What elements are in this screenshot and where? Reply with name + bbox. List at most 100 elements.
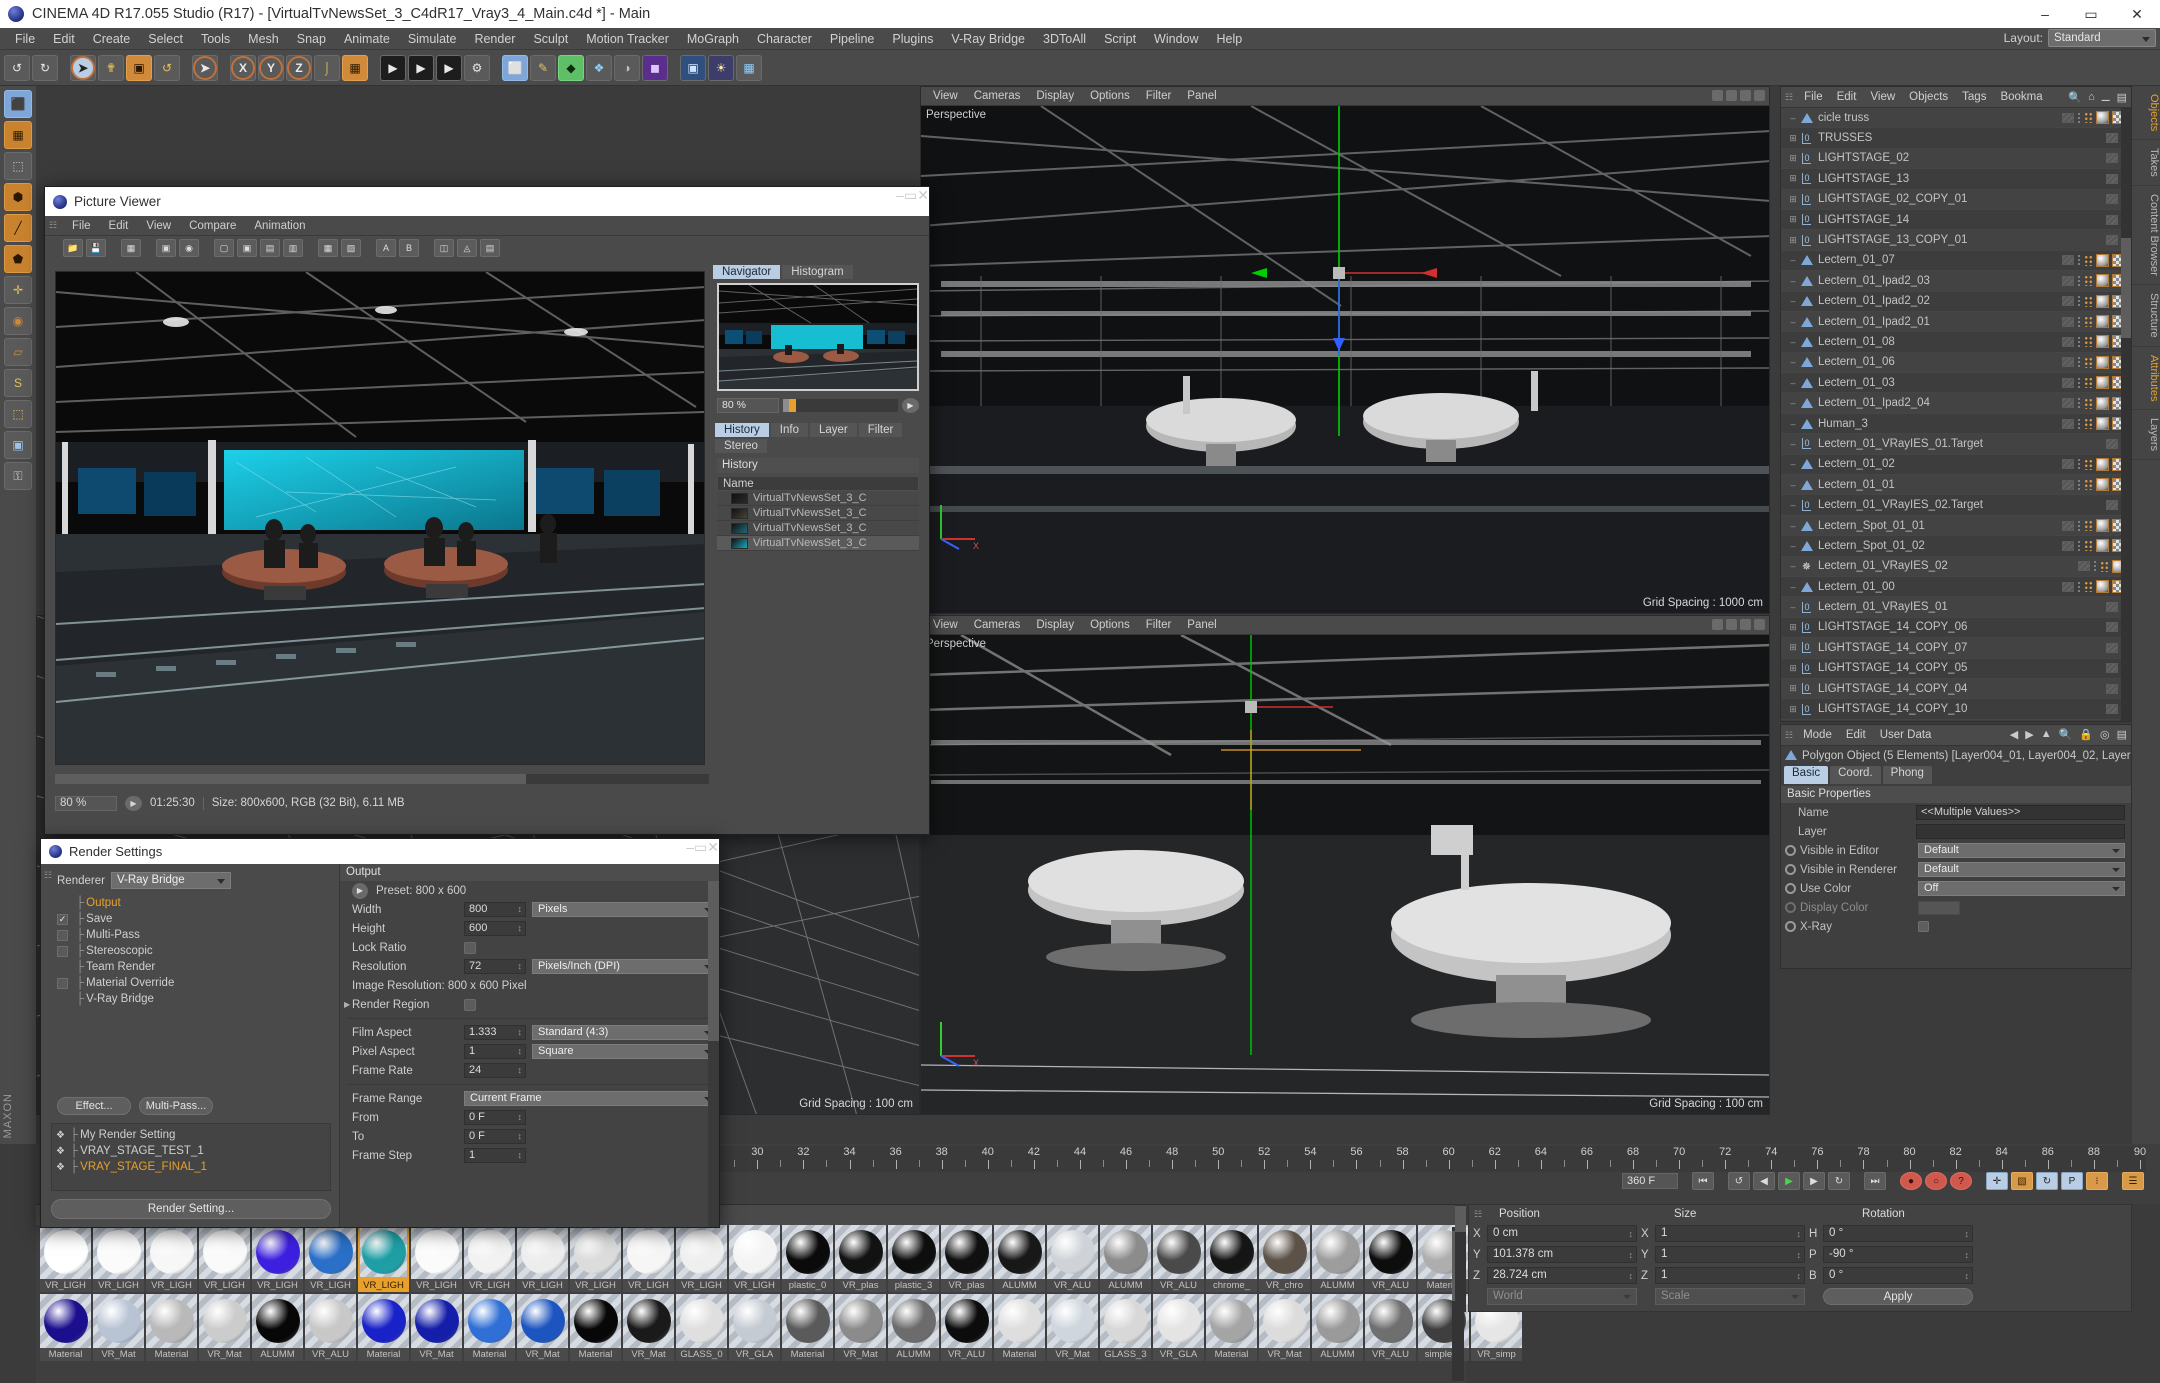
pv-open-icon[interactable]: 📁 [63,239,83,257]
attr-radio-xray[interactable] [1785,921,1796,932]
cube-primitive-icon[interactable]: ⬜ [502,54,528,81]
viewport-menu-cameras[interactable]: Cameras [966,90,1029,102]
material-swatch[interactable]: VR_LIGH [464,1225,515,1292]
info-tab-strip[interactable]: History Info Layer Filter Stereo [715,423,919,453]
menu-item-tools[interactable]: Tools [192,28,239,50]
material-swatch[interactable]: VR_plas [941,1225,992,1292]
render-settings-window-controls[interactable]: – ▭ ✕ [686,839,719,856]
axis-x-icon[interactable]: X [230,54,256,81]
render-settings-tree[interactable]: ├ Output ✓ ├ Save ├ Multi-Pass ├ Stereoscopic ├ Te… [57,895,333,1007]
menu-item-snap[interactable]: Snap [288,28,335,50]
pixel-aspect-dropdown[interactable]: Square [532,1044,718,1059]
live-selection-icon[interactable]: ➤ [70,54,96,81]
tab-histogram[interactable]: Histogram [782,265,853,279]
object-axis-icon[interactable]: ▦ [342,54,368,81]
object-row[interactable]: ⊞ 0 LIGHTSTAGE_02 [1781,148,2131,170]
parameter-key-icon[interactable]: P [2061,1172,2083,1190]
render-setting-tree-item[interactable]: ├ Team Render [57,959,333,975]
material-preview[interactable] [464,1294,515,1348]
visibility-toggle-icon[interactable] [2062,398,2074,409]
visibility-toggle-icon[interactable] [2062,520,2074,531]
layout-dropdown[interactable]: Standard [2048,29,2156,47]
material-tag-icon[interactable] [2096,274,2109,288]
minimize-button[interactable]: – [2022,0,2068,28]
effect-button[interactable]: Effect... [57,1097,131,1115]
output-pixel-aspect-row[interactable]: Pixel Aspect 1 Square [340,1042,719,1061]
material-preview[interactable] [623,1294,674,1348]
object-row[interactable]: – Lectern_01_07 [1781,250,2131,272]
point-mode-icon[interactable]: ⬢ [4,183,32,211]
material-swatch[interactable]: Material [358,1294,409,1361]
object-row[interactable]: – Lectern_01_06 [1781,352,2131,374]
output-frame-rate-row[interactable]: Frame Rate 24 [340,1061,719,1080]
coord-apply-button[interactable]: Apply [1823,1288,1973,1305]
texture-tag-icon[interactable] [2084,377,2093,389]
material-tag-icon[interactable] [2096,315,2109,329]
rs-grip-icon[interactable]: ☷ [44,870,52,881]
viewport-br-menu-cameras[interactable]: Cameras [966,619,1029,631]
pv-close-button[interactable]: ✕ [917,187,929,204]
material-preview[interactable] [888,1294,939,1348]
material-swatch[interactable]: VR_Mat [517,1294,568,1361]
picture-viewer-window-controls[interactable]: – ▭ ✕ [896,187,929,204]
visibility-toggle-icon[interactable] [2106,663,2118,674]
render-settings-icon[interactable]: ⚙ [464,54,490,81]
output-resolution-row[interactable]: Resolution 72 Pixels/Inch (DPI) [340,957,719,976]
attr-menu-edit[interactable]: Edit [1839,729,1873,741]
forward-arrow-icon[interactable]: ▶ [2025,728,2033,741]
render-setting-tree-item[interactable]: ├ Output [57,895,333,911]
visibility-toggle-icon[interactable] [2078,561,2090,572]
material-preview[interactable] [252,1294,303,1348]
material-swatch[interactable]: ALUMM [1100,1225,1151,1292]
tab-history[interactable]: History [715,423,769,437]
viewport-br-layout-icons[interactable] [1712,619,1765,630]
texture-tag-icon[interactable] [2100,560,2109,572]
object-row[interactable]: ⊞ 0 LIGHTSTAGE_14_COPY_06 [1781,617,2131,639]
timeline-settings-icon[interactable]: ☰ [2122,1172,2144,1190]
pv-grid-view-icon[interactable]: ▦ [121,239,141,257]
expand-toggle-icon[interactable]: – [1787,480,1799,490]
coord-position-z-input[interactable]: 28.724 cm [1487,1267,1637,1284]
attr-row-layer[interactable]: Layer [1781,822,2131,841]
coord-position-x-input[interactable]: 0 cm [1487,1225,1637,1242]
visibility-toggle-icon[interactable] [2062,357,2074,368]
om-menu-bookmarks[interactable]: Bookma [1993,91,2049,103]
material-preview[interactable] [1206,1294,1257,1348]
render-region-icon[interactable]: ▶ [408,54,434,81]
material-preview[interactable] [676,1294,727,1348]
visibility-toggle-icon[interactable] [2106,683,2118,694]
navigator-thumbnail[interactable] [717,283,919,391]
material-swatch[interactable]: plastic_3 [888,1225,939,1292]
previous-key-icon[interactable]: ↺ [1728,1172,1750,1190]
navigator-zoom-slider[interactable] [783,399,898,412]
close-button[interactable]: ✕ [2114,0,2160,28]
output-width-row[interactable]: Width 800 Pixels [340,900,719,919]
visibility-toggle-icon[interactable] [2062,275,2074,286]
output-height-row[interactable]: Height 600 [340,919,719,938]
menu-item-mograph[interactable]: MoGraph [678,28,748,50]
visibility-toggle-icon[interactable] [2106,214,2118,225]
material-swatch[interactable]: GLASS_3 [1100,1294,1151,1361]
expand-toggle-icon[interactable]: – [1787,357,1799,367]
render-setting-tree-item[interactable]: ✓ ├ Save [57,911,333,927]
material-preview[interactable] [623,1225,674,1279]
pv-scroll-thumb[interactable] [55,774,526,784]
keyframe-help-icon[interactable]: ? [1950,1172,1972,1190]
expand-toggle-icon[interactable]: – [1787,500,1799,510]
om-menu-file[interactable]: File [1797,91,1830,103]
material-preview[interactable] [1100,1294,1151,1348]
attr-tab-basic[interactable]: Basic [1784,766,1829,784]
expand-toggle-icon[interactable]: ⊞ [1787,642,1799,653]
object-row[interactable]: – Lectern_Spot_01_01 [1781,515,2131,537]
coord-size-y-input[interactable]: 1 [1655,1246,1805,1263]
autokey-icon[interactable]: ○ [1925,1172,1947,1190]
attr-menu-user-data[interactable]: User Data [1873,729,1939,741]
material-swatch[interactable]: VR_Mat [1047,1294,1098,1361]
object-row[interactable]: – Lectern_01_Ipad2_04 [1781,393,2131,414]
search-icon[interactable]: 🔍 [2068,91,2082,104]
world-object-coordinate-icon[interactable]: ⌡ [314,54,340,81]
coord-rotation-b-input[interactable]: 0 ° [1823,1267,1973,1284]
visibility-toggle-icon[interactable] [2106,153,2118,164]
material-swatch[interactable]: ALUMM [994,1225,1045,1292]
target-icon[interactable]: ◎ [2100,728,2110,741]
